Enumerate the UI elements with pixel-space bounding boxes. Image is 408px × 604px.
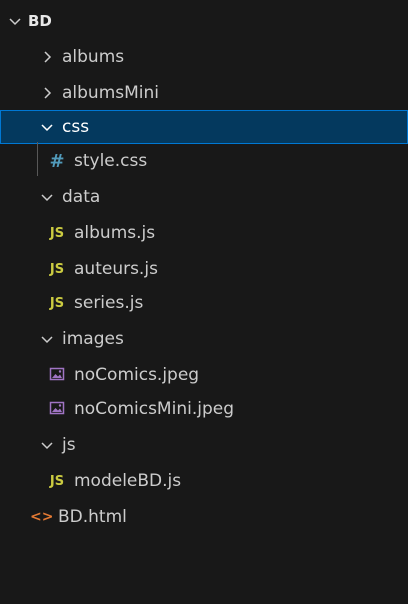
js-file-icon: JS	[49, 473, 65, 489]
html-file-icon: <>	[30, 509, 54, 525]
tree-item-label: data	[62, 187, 101, 207]
tree-file-auteurs-js[interactable]: JS auteurs.js	[0, 252, 408, 286]
tree-file-nocomicsmini-jpeg[interactable]: noComicsMini.jpeg	[0, 392, 408, 426]
tree-folder-images[interactable]: images	[0, 322, 408, 356]
css-file-icon: #	[49, 150, 65, 172]
tree-item-label: BD.html	[58, 507, 127, 527]
tree-file-series-js[interactable]: JS series.js	[0, 286, 408, 320]
tree-item-label: images	[62, 329, 124, 349]
chevron-down-icon	[38, 330, 56, 348]
js-file-icon: JS	[49, 225, 65, 241]
tree-item-label: js	[62, 435, 76, 455]
chevron-down-icon	[38, 436, 56, 454]
js-file-icon: JS	[49, 261, 65, 277]
chevron-down-icon	[38, 118, 56, 136]
tree-item-label: css	[62, 117, 90, 137]
tree-item-label: modeleBD.js	[74, 471, 182, 491]
tree-file-style-css[interactable]: # style.css	[0, 144, 408, 178]
tree-item-label: noComicsMini.jpeg	[74, 399, 234, 419]
tree-item-label: series.js	[74, 293, 144, 313]
tree-file-nocomics-jpeg[interactable]: noComics.jpeg	[0, 358, 408, 392]
tree-root-bd[interactable]: BD	[0, 4, 408, 38]
tree-folder-js[interactable]: js	[0, 428, 408, 462]
tree-item-label: auteurs.js	[74, 259, 158, 279]
tree-folder-data[interactable]: data	[0, 180, 408, 214]
tree-root-label: BD	[28, 12, 52, 30]
chevron-down-icon	[38, 188, 56, 206]
chevron-right-icon	[38, 48, 56, 66]
image-file-icon	[46, 400, 68, 418]
tree-file-modelebd-js[interactable]: JS modeleBD.js	[0, 464, 408, 498]
tree-item-label: noComics.jpeg	[74, 365, 200, 385]
chevron-down-icon	[6, 12, 24, 30]
tree-folder-css[interactable]: css	[0, 110, 408, 144]
file-explorer-tree: BD albums albumsMini css # style.css dat…	[0, 0, 408, 604]
tree-item-label: albums	[62, 47, 125, 67]
js-file-icon: JS	[49, 295, 65, 311]
tree-item-label: albums.js	[74, 223, 156, 243]
tree-item-label: albumsMini	[62, 83, 160, 103]
tree-folder-albumsmini[interactable]: albumsMini	[0, 76, 408, 110]
tree-folder-albums[interactable]: albums	[0, 40, 408, 74]
tree-file-albums-js[interactable]: JS albums.js	[0, 216, 408, 250]
image-file-icon	[46, 366, 68, 384]
chevron-right-icon	[38, 84, 56, 102]
tree-file-bd-html[interactable]: <> BD.html	[0, 500, 408, 534]
tree-item-label: style.css	[74, 151, 148, 171]
